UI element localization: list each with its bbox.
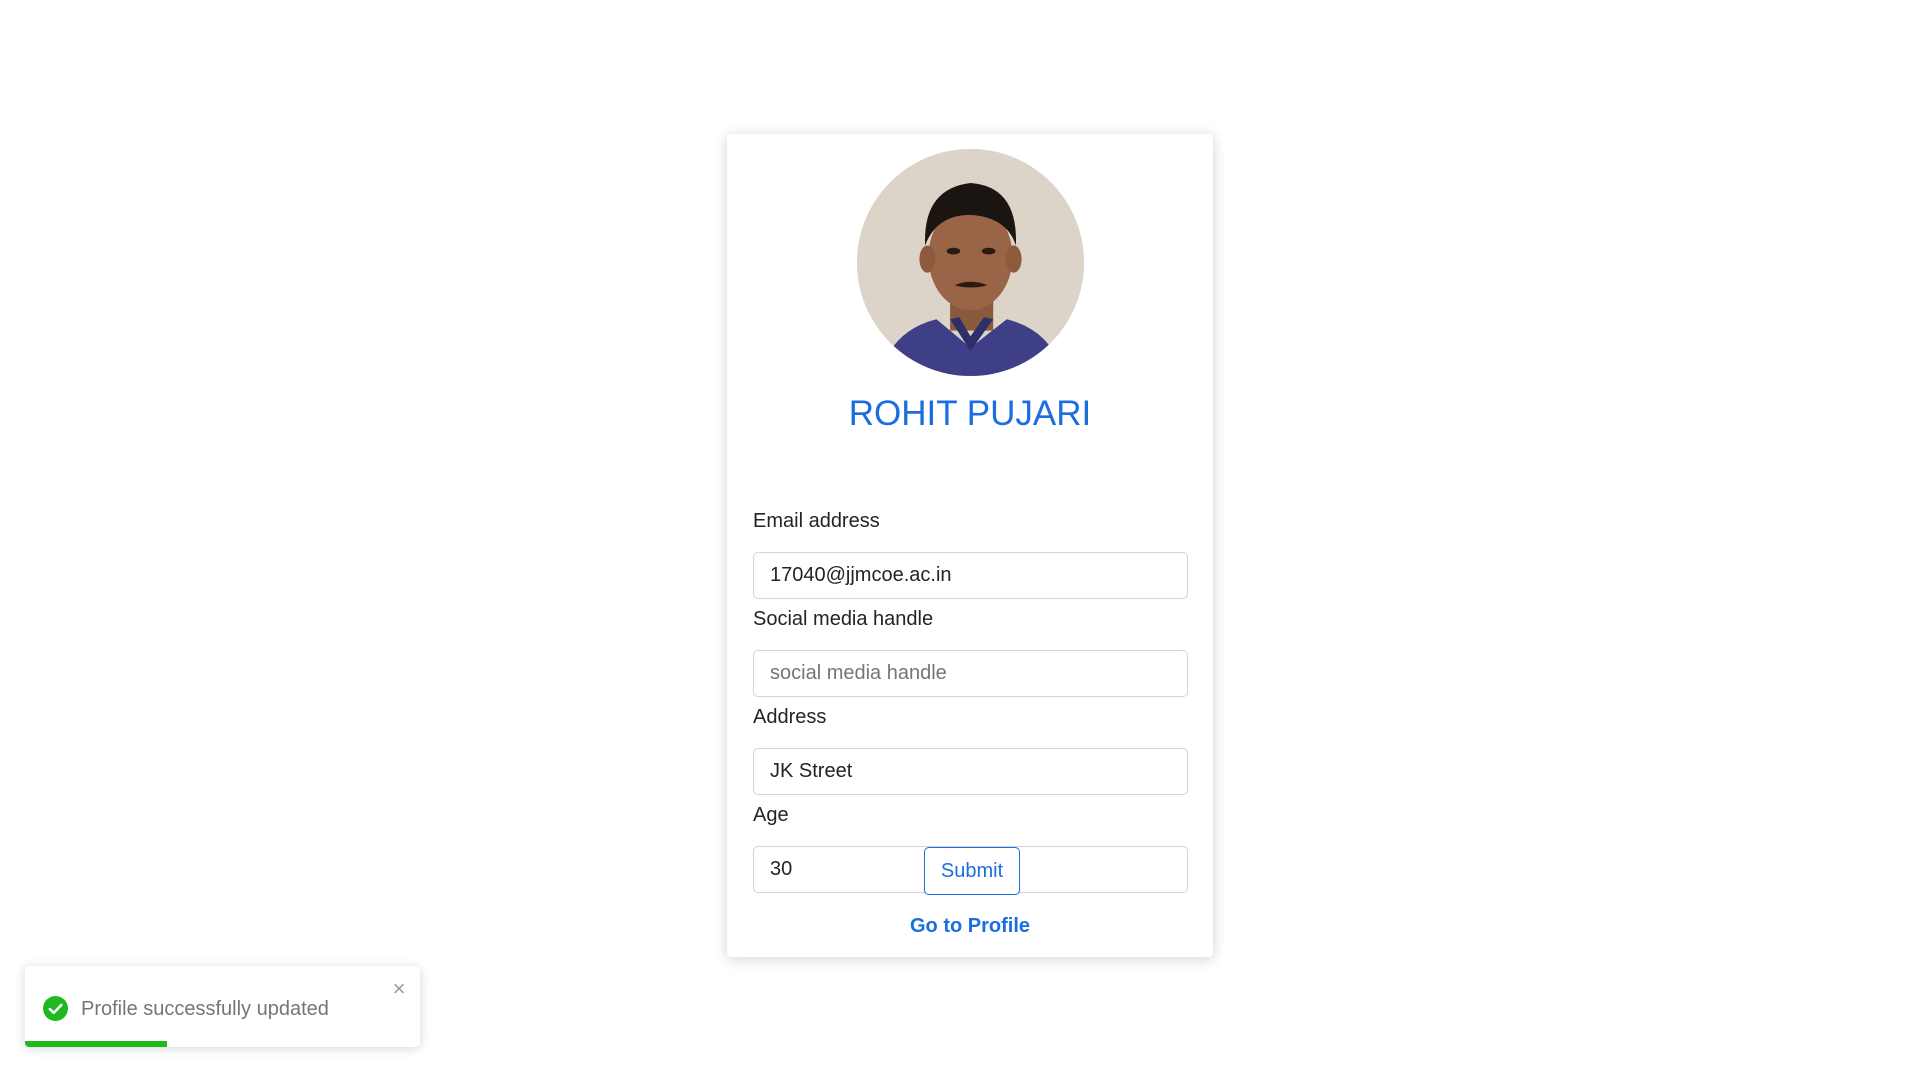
toast-progress-track [25, 1041, 420, 1047]
social-handle-label: Social media handle [753, 608, 934, 630]
check-circle-icon [43, 996, 68, 1021]
submit-button[interactable]: Submit [924, 847, 1020, 895]
toast-message: Profile successfully updated [81, 998, 329, 1020]
profile-avatar [857, 149, 1084, 376]
email-label: Email address [753, 510, 880, 532]
address-label: Address [753, 706, 827, 728]
profile-photo-image [857, 149, 1084, 376]
profile-name: ROHIT PUJARI [848, 394, 1092, 433]
success-toast: Profile successfully updated × [25, 966, 420, 1047]
address-field[interactable] [753, 748, 1188, 795]
toast-progress-bar [25, 1041, 168, 1047]
go-to-profile-link[interactable]: Go to Profile [727, 912, 1213, 940]
profile-card: ROHIT PUJARI Email address Social media … [727, 134, 1213, 957]
age-label: Age [753, 804, 789, 826]
social-handle-field[interactable] [753, 650, 1188, 697]
email-field[interactable] [753, 552, 1188, 599]
close-icon[interactable]: × [390, 978, 408, 1000]
